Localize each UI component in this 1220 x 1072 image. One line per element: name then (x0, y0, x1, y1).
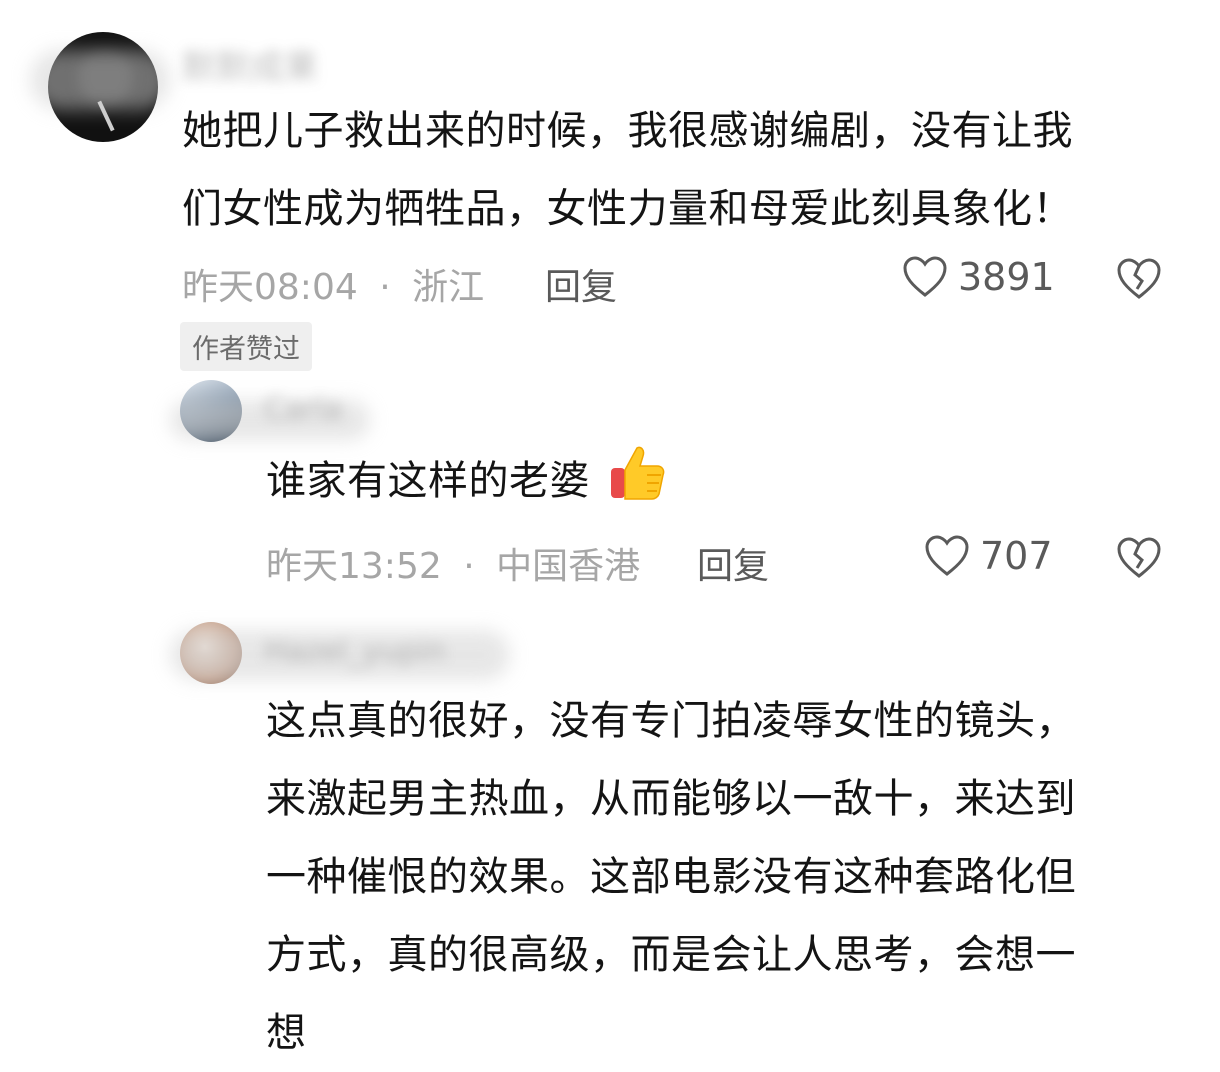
username[interactable]: 默默成果 (182, 40, 318, 89)
username[interactable]: Hazel_yupin (264, 634, 446, 669)
author-liked-badge: 作者赞过 (180, 322, 312, 371)
thumbs-up-emoji (611, 446, 665, 500)
reply-button[interactable]: 回复 (545, 258, 617, 310)
comment-line: 她把儿子救出来的时候，我很感谢编剧，没有让我 (182, 108, 1073, 154)
comment-meta: 昨天13:52 · 中国香港 (266, 537, 640, 589)
comment-text: 这点真的很好，没有专门拍凌辱女性的镜头， 来激起男主热血，从而能够以一敌十，来达… (266, 682, 1186, 1072)
heart-outline-icon (903, 256, 947, 297)
location: 浙江 (412, 267, 485, 308)
reply-button[interactable]: 回复 (697, 537, 769, 589)
location: 中国香港 (496, 546, 641, 587)
comment-line: 们女性成为牺牲品，女性力量和母爱此刻具象化！ (182, 186, 1073, 232)
comment-line: 来激起男主热血，从而能够以一敌十，来达到 (266, 776, 1076, 822)
like-button[interactable]: 3891 (902, 255, 1055, 299)
username-blur (30, 50, 170, 110)
like-count: 3891 (958, 255, 1055, 299)
comment-line: 这点真的很好，没有专门拍凌辱女性的镜头， (266, 698, 1076, 744)
comment-line: 一种催恨的效果。这部电影没有这种套路化但 (266, 854, 1076, 900)
comment-line: 谁家有这样的老婆 (266, 458, 590, 504)
comment-text: 谁家有这样的老婆 (266, 442, 667, 520)
broken-heart-icon[interactable] (1116, 536, 1162, 580)
like-count: 707 (980, 534, 1053, 578)
comment-text: 她把儿子救出来的时候，我很感谢编剧，没有让我 们女性成为牺牲品，女性力量和母爱此… (182, 92, 1182, 248)
like-button[interactable]: 707 (924, 534, 1053, 578)
broken-heart-icon[interactable] (1116, 257, 1162, 301)
separator: · (379, 267, 391, 308)
comment-line: 想 (266, 1010, 307, 1056)
comment-line: 方式，真的很高级，而是会让人思考，会想一 (266, 932, 1076, 978)
heart-outline-icon (925, 535, 969, 576)
separator: · (463, 546, 475, 587)
username[interactable]: Carla (264, 392, 342, 427)
comment-meta: 昨天08:04 · 浙江 (182, 258, 484, 310)
timestamp: 昨天08:04 (182, 267, 358, 308)
timestamp: 昨天13:52 (266, 546, 442, 587)
